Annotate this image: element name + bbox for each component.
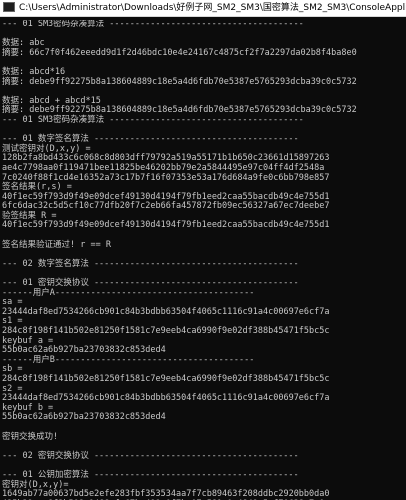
console-line: --- 02 密钥交换协议 --------------------------… — [2, 450, 299, 461]
console-line: 40f1ec59f793d9f49e09dcef49130d4194f79fb1… — [2, 220, 330, 231]
console-line: 摘要: 66c7f0f462eeedd9d1f2d46bdc10e4e24167… — [2, 47, 357, 58]
console-window: C:\Users\Administrator\Downloads\好例子网_SM… — [0, 0, 406, 500]
title-bar[interactable]: C:\Users\Administrator\Downloads\好例子网_SM… — [0, 0, 406, 17]
console-line: 284c8f198f141b502e81250f1581c7e9eeb4ca69… — [2, 373, 330, 384]
console-line: --- 01 SM3密码杂凑算法 -----------------------… — [2, 20, 304, 29]
console-line: 6fc6dac32c5d5cf10c77dfb20f7c2eb66fa45787… — [2, 201, 330, 212]
console-line: 摘要: debe9ff92275b8a138604889c18e5a4d6fdb… — [2, 76, 357, 87]
console-line: ------用户B-------------------------------… — [2, 354, 255, 365]
console-line: 55b0ac62a6b927ba23703832c853ded4 — [2, 412, 166, 423]
window-title: C:\Users\Administrator\Downloads\好例子网_SM… — [19, 3, 406, 13]
console-line: 23444daf8ed7534266cb901c84b3bdbb63504f40… — [2, 306, 330, 317]
console-output[interactable]: --- 01 SM3密码杂凑算法 -----------------------… — [2, 20, 406, 500]
console-line: 23444daf8ed7534266cb901c84b3bdbb63504f40… — [2, 393, 330, 404]
console-line: --- 01 SM3密码杂凑算法 -----------------------… — [2, 114, 304, 125]
console-app-icon — [3, 2, 15, 12]
console-line: 284c8f198f141b502e81250f1581c7e9eeb4ca69… — [2, 326, 330, 336]
console-line: ------用户A-------------------------------… — [2, 287, 255, 298]
console-line: --- 02 数字签名算法 --------------------------… — [2, 258, 299, 269]
console-line: 签名结果验证通过! r == R — [2, 239, 111, 250]
console-line: 密钥交换成功! — [2, 431, 59, 442]
